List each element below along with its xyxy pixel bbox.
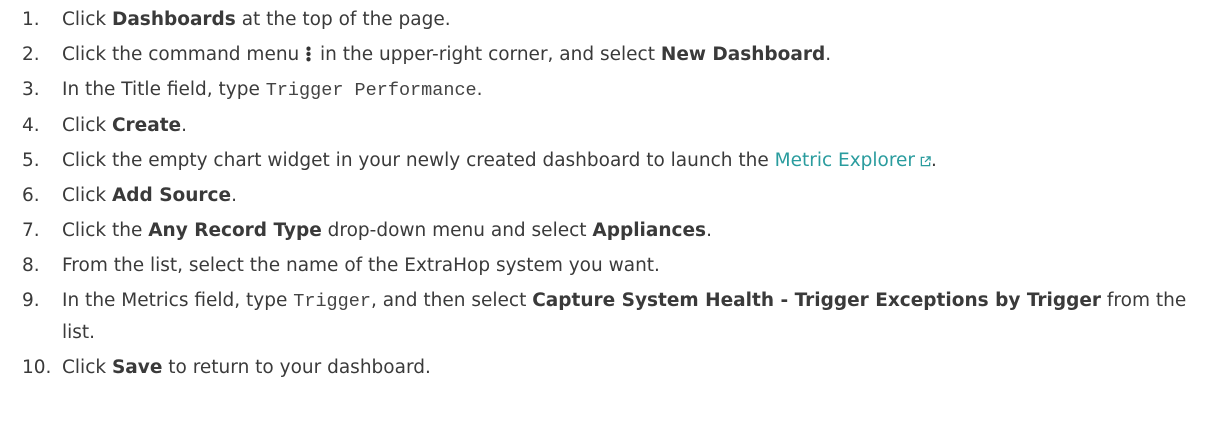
- step-text: Click the empty chart widget in your new…: [62, 150, 775, 171]
- step-text: Click the command menu: [62, 44, 306, 65]
- step-8: 8. From the list, select the name of the …: [0, 248, 1230, 283]
- step-number: 6.: [22, 185, 40, 206]
- step-number: 2.: [22, 44, 40, 65]
- step-number: 9.: [22, 290, 40, 311]
- step-4: 4. Click Create.: [0, 108, 1230, 143]
- step-text: Click: [62, 9, 112, 30]
- step-number: 8.: [22, 255, 40, 276]
- step-3: 3. In the Title field, type Trigger Perfo…: [0, 72, 1230, 108]
- step-text: .: [825, 44, 832, 65]
- ui-term: Any Record Type: [148, 220, 322, 241]
- step-10: 10. Click Save to return to your dashboar…: [0, 350, 1230, 385]
- ui-term: Add Source: [111, 185, 232, 206]
- step-text: Click: [62, 357, 112, 378]
- step-number: 1.: [22, 9, 40, 30]
- code-value: Trigger Performance: [265, 80, 477, 101]
- step-7: 7. Click the Any Record Type drop-down me…: [0, 213, 1230, 248]
- step-text: , and then select: [370, 290, 533, 311]
- ui-term: Create: [111, 115, 182, 136]
- step-text: .: [181, 115, 187, 136]
- step-number: 4.: [22, 115, 40, 136]
- instruction-steps: 1. Click Dashboards at the top of the pag…: [0, 0, 1230, 424]
- step-text: .: [231, 185, 237, 206]
- ui-term: Save: [111, 357, 163, 378]
- metric-explorer-link[interactable]: Metric Explorer: [775, 150, 931, 171]
- step-text: .: [706, 220, 712, 241]
- step-1: 1. Click Dashboards at the top of the pag…: [0, 2, 1230, 37]
- step-number: 5.: [22, 150, 40, 171]
- step-2: 2. Click the command menu in the upper-ri…: [0, 37, 1230, 72]
- step-text: to return to your dashboard.: [162, 357, 431, 378]
- step-number: 7.: [22, 220, 40, 241]
- ui-term: Appliances: [592, 220, 707, 241]
- step-text: drop-down menu and select: [321, 220, 593, 241]
- vertical-dots-icon: [306, 46, 312, 62]
- step-text: Click: [62, 185, 112, 206]
- step-text: at the top of the page.: [235, 9, 451, 30]
- step-6: 6. Click Add Source.: [0, 178, 1230, 213]
- step-number: 3.: [22, 79, 40, 100]
- code-value: Trigger: [293, 291, 371, 312]
- step-text: .: [476, 79, 483, 100]
- ui-term: Capture System Health - Trigger Exceptio…: [532, 290, 1102, 311]
- step-text: Click: [62, 115, 112, 136]
- external-link-icon[interactable]: [920, 156, 931, 167]
- step-text: In the Title field, type: [62, 79, 266, 100]
- step-5: 5. Click the empty chart widget in your n…: [0, 143, 1230, 178]
- step-9: 9. In the Metrics field, type Trigger, an…: [0, 283, 1230, 350]
- ui-term: New Dashboard: [660, 44, 826, 65]
- step-text: Click the: [62, 220, 149, 241]
- link-label[interactable]: Metric Explorer: [775, 150, 915, 171]
- step-number: 10.: [22, 357, 52, 378]
- step-text: in the upper-right corner, and select: [314, 44, 661, 65]
- step-text: .: [931, 150, 937, 171]
- step-text: In the Metrics field, type: [62, 290, 294, 311]
- ui-term: Dashboards: [111, 9, 236, 30]
- step-text: From the list, select the name of the Ex…: [62, 255, 660, 276]
